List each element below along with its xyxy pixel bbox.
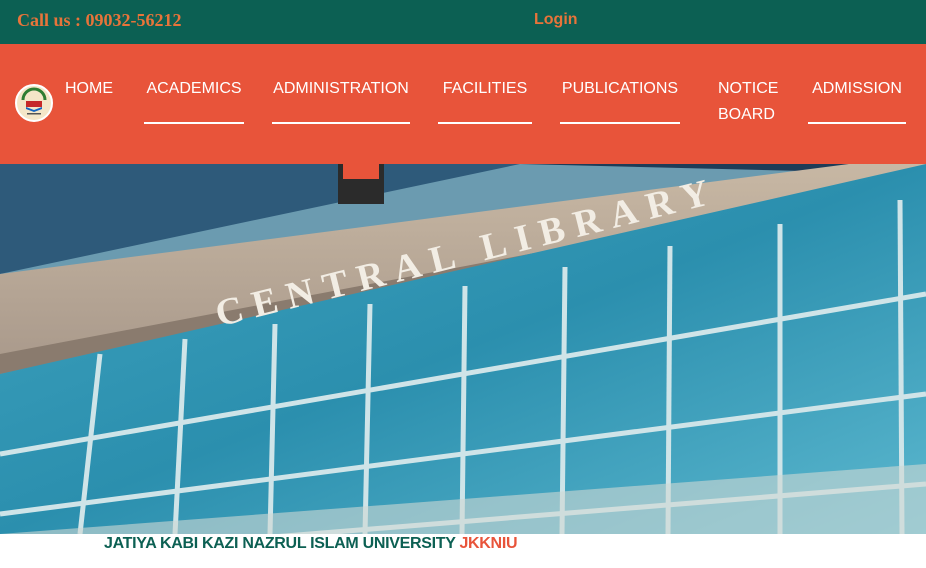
nav-home[interactable]: HOME [65, 76, 113, 102]
university-logo-icon[interactable] [15, 84, 53, 122]
nav-academics[interactable]: ACADEMICS [144, 76, 244, 124]
login-link[interactable]: Login [534, 11, 578, 29]
nav-publications[interactable]: PUBLICATIONS [560, 76, 680, 124]
nav-administration[interactable]: ADMINISTRATION [272, 76, 410, 124]
call-us-link[interactable]: Call us : 09032-56212 [17, 10, 182, 31]
nav-admission[interactable]: ADMISSION [808, 76, 906, 124]
university-name-caption: JATIYA KABI KAZI NAZRUL ISLAM UNIVERSITY… [104, 535, 518, 553]
top-bar: Call us : 09032-56212 Login [0, 0, 926, 44]
hero-banner: CENTRAL LIBRARY [0, 164, 926, 534]
central-library-photo: CENTRAL LIBRARY [0, 164, 926, 534]
nav-notice-board[interactable]: NOTICE BOARD [718, 76, 788, 128]
university-abbreviation: JKKNIU [459, 535, 518, 552]
university-name: JATIYA KABI KAZI NAZRUL ISLAM UNIVERSITY [104, 535, 456, 552]
main-navigation: HOME ACADEMICS ADMINISTRATION FACILITIES… [0, 44, 926, 164]
nav-facilities[interactable]: FACILITIES [438, 76, 532, 124]
